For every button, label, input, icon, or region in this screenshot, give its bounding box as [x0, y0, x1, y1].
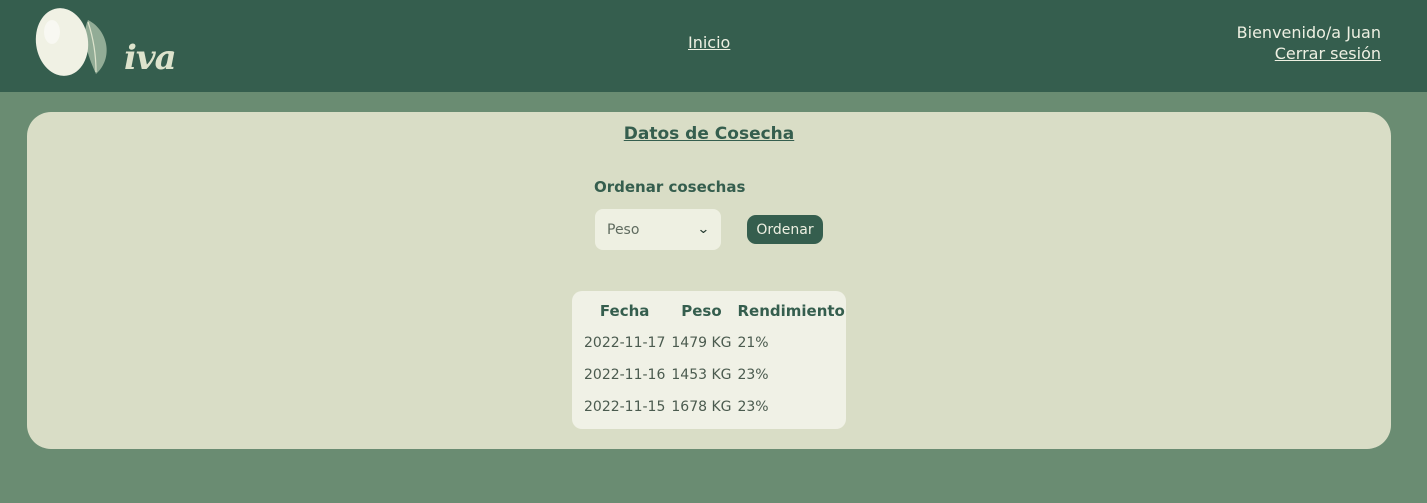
column-header-fecha: Fecha [599, 302, 650, 320]
nav-link-inicio[interactable]: Inicio [688, 33, 730, 52]
oliva-logo[interactable]: iva [30, 4, 177, 84]
cell-rendimiento: 23% [737, 399, 769, 415]
cell-fecha: 2022-11-16 [584, 367, 666, 383]
sort-label: Ordenar cosechas [594, 178, 746, 196]
table-header-row: Fecha Peso Rendimiento [584, 295, 845, 327]
logout-link[interactable]: Cerrar sesión [1237, 43, 1381, 64]
cell-rendimiento: 23% [737, 367, 769, 383]
cell-rendimiento: 21% [737, 335, 769, 351]
table-row: 2022-11-16 1453 KG 23% [584, 359, 845, 391]
cell-peso: 1678 KG [671, 399, 732, 415]
cell-fecha: 2022-11-17 [584, 335, 666, 351]
sort-select[interactable]: Peso ⌄ [595, 209, 721, 250]
table-row: 2022-11-17 1479 KG 21% [584, 327, 845, 359]
harvest-table: Fecha Peso Rendimiento 2022-11-17 1479 K… [578, 295, 851, 423]
chevron-down-icon: ⌄ [697, 222, 711, 237]
column-header-peso: Peso [681, 302, 722, 320]
column-header-rendimiento: Rendimiento [737, 302, 845, 320]
cell-fecha: 2022-11-15 [584, 399, 666, 415]
logo-text: iva [124, 38, 177, 78]
page-title: Datos de Cosecha [623, 124, 795, 144]
harvest-table-container: Fecha Peso Rendimiento 2022-11-17 1479 K… [572, 291, 846, 429]
top-navbar: iva Inicio Bienvenido/a Juan Cerrar sesi… [0, 0, 1427, 92]
welcome-text: Bienvenido/a Juan [1236, 23, 1381, 42]
cell-peso: 1479 KG [671, 335, 732, 351]
cell-peso: 1453 KG [671, 367, 732, 383]
sort-button[interactable]: Ordenar [747, 215, 823, 244]
user-box: Bienvenido/a Juan Cerrar sesión [1237, 22, 1381, 64]
sort-select-value: Peso [607, 221, 640, 238]
table-row: 2022-11-15 1678 KG 23% [584, 391, 845, 423]
harvest-panel: Datos de Cosecha Ordenar cosechas Peso ⌄… [27, 112, 1391, 449]
